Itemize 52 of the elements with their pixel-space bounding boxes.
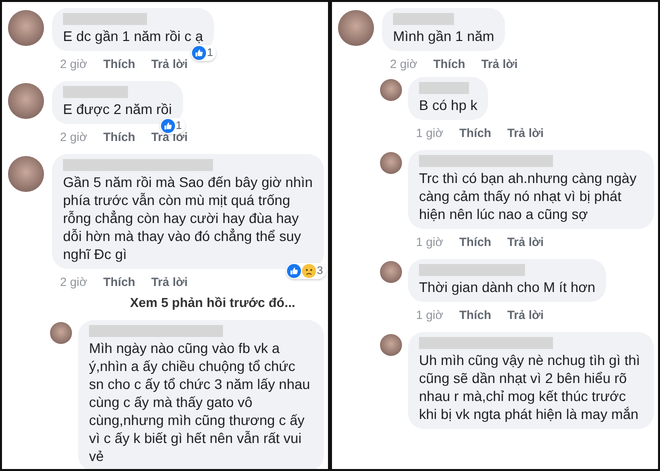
comment-text: E được 2 năm rồi bbox=[63, 100, 172, 118]
avatar-placeholder bbox=[380, 261, 402, 283]
like-link[interactable]: Thích bbox=[103, 275, 136, 289]
name-redaction-bar bbox=[63, 86, 128, 98]
reaction-badge[interactable]: 3 bbox=[286, 263, 326, 279]
like-link[interactable]: Thích bbox=[103, 130, 136, 144]
comment-text: Gần 5 năm rồi mà Sao đến bây giờ nhìn phía trước vẫn còn mù mịt quá trống rỗng chẳng còn hay cười hay đùa hay dỗi hờn mà thay vào đó chẳng thể suy nghĩ Đc gì bbox=[63, 173, 313, 263]
avatar-placeholder bbox=[8, 10, 44, 46]
reply-link[interactable]: Trả lời bbox=[151, 275, 188, 289]
comment-text: B có hp k bbox=[419, 96, 478, 114]
like-link[interactable]: Thích bbox=[103, 57, 136, 71]
avatar-placeholder bbox=[380, 152, 402, 174]
thumbs-up-icon bbox=[286, 264, 301, 278]
reply-link[interactable]: Trả lời bbox=[507, 308, 544, 322]
sad-face-icon bbox=[302, 264, 316, 278]
comment-time: 1 giờ bbox=[416, 308, 444, 322]
like-link[interactable]: Thích bbox=[433, 57, 466, 71]
comment-time: 1 giờ bbox=[416, 126, 444, 140]
thumbs-up-icon bbox=[160, 119, 175, 133]
avatar-placeholder bbox=[8, 83, 44, 119]
comment-time: 2 giờ bbox=[60, 275, 88, 289]
reaction-count: 1 bbox=[206, 47, 214, 59]
comment-text: Thời gian dành cho M ít hơn bbox=[419, 278, 596, 296]
reply-link[interactable]: Trả lời bbox=[481, 57, 518, 71]
comment-time: 2 giờ bbox=[60, 130, 88, 144]
name-redaction-bar bbox=[419, 82, 469, 94]
comment-time: 1 giờ bbox=[416, 235, 444, 249]
comment-text: Mình gần 1 năm bbox=[393, 27, 494, 45]
comment-time: 2 giờ bbox=[390, 57, 418, 71]
avatar-placeholder bbox=[8, 156, 44, 192]
reaction-count: 1 bbox=[176, 120, 182, 132]
comment-text: Trc thì có bạn ah.nhưng càng ngày càng cảm thấy nó nhạt vì bị phát hiện nên lúc nao a cũng sợ bbox=[419, 169, 638, 223]
avatar-placeholder bbox=[50, 322, 72, 344]
reaction-count: 3 bbox=[316, 265, 323, 277]
reply-link[interactable]: Trả lời bbox=[507, 235, 544, 249]
reaction-badge[interactable]: 1 bbox=[190, 45, 216, 61]
comment-text: Mìh ngày nào cũng vào fb vk a ý,nhìn a ấy chiều chuộng tổ chức sn cho c ấy tổ chức 3 năm lấy nhau cùng c ấy mà thấy gato vô cùng,nhưng mìh cũng thương c ấy vì c ấy k biết gì hết nên vẫn rất vui vẻ bbox=[89, 339, 312, 465]
avatar-placeholder bbox=[338, 10, 374, 46]
reaction-badge[interactable]: 1 bbox=[160, 118, 185, 134]
like-link[interactable]: Thích bbox=[459, 235, 492, 249]
thumbs-up-icon bbox=[192, 46, 206, 60]
like-link[interactable]: Thích bbox=[459, 126, 492, 140]
comment-text: E dc gần 1 năm rồi c ạ bbox=[63, 27, 204, 45]
avatar-placeholder bbox=[380, 334, 402, 356]
reply-link[interactable]: Trả lời bbox=[507, 126, 544, 140]
comment-text: Uh mìh cũng vậy nè nchug tìh gì thì cũng sẽ dần nhạt vì 2 bên hiểu rõ nhau r mà,chỉ mog kết thúc trước khi bị vk ngta phát hiện là may mắn bbox=[419, 351, 642, 423]
avatar-placeholder bbox=[380, 79, 402, 101]
comment-time: 2 giờ bbox=[60, 57, 88, 71]
like-link[interactable]: Thích bbox=[459, 308, 492, 322]
reply-link[interactable]: Trả lời bbox=[151, 57, 188, 71]
name-redaction-bar bbox=[393, 13, 454, 25]
view-previous-replies-link[interactable]: Xem 5 phản hồi trước đó... bbox=[50, 295, 296, 310]
